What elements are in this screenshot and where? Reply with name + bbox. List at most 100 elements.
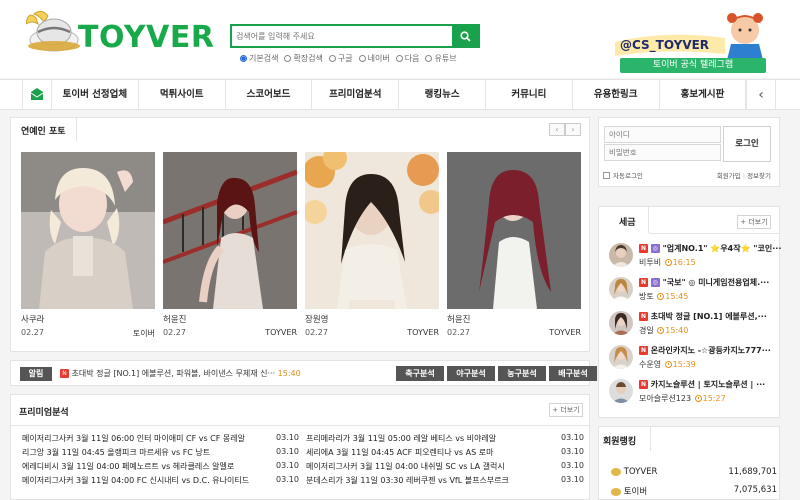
nav-items: 토이버 선정업체 먹튀사이트 스코어보드 프리미엄분석 랭킹뉴스 커뮤니티 유용… <box>52 80 747 109</box>
photo-name[interactable]: 장원영 <box>305 313 328 325</box>
logo-text: TOYVER <box>78 20 215 55</box>
clock-icon <box>657 293 665 300</box>
volleyball-analysis-button[interactable]: 배구분석 <box>549 366 597 381</box>
search-option-extended[interactable]: 확장검색 <box>284 53 323 64</box>
auto-login-checkbox[interactable]: 자동로그인 <box>603 170 643 180</box>
tax-panel: 세금 + 더보기 N ◎ "업계NO.1" ⭐우4작⭐ "코인··· 비투비 1… <box>598 206 782 418</box>
tax-meta: 수운영 15:39 <box>639 360 696 369</box>
list-item[interactable]: 메이저리그사커 3월 11일 04:00 FC 신시내티 vs D.C. 유나이… <box>22 475 249 486</box>
search-option-default[interactable]: 기본검색 <box>240 53 278 64</box>
hot-badge-icon: N <box>639 346 648 355</box>
photo-name[interactable]: 사쿠라 <box>21 313 44 325</box>
nav-item-premium-analysis[interactable]: 프리미엄분석 <box>312 80 400 109</box>
radio-icon <box>425 55 433 62</box>
list-item[interactable]: 에레디비시 3월 11일 04:00 페예노르트 vs 헤라클레스 알멜로 <box>22 461 234 472</box>
photo-name[interactable]: 허윤진 <box>447 313 470 325</box>
list-item[interactable]: N ◎ "국보" ◎ 미니게임전용업체.··· 방토 15:45 <box>609 277 779 307</box>
logo-helmet-icon <box>26 10 80 52</box>
rank-points: 7,075,631 <box>733 485 777 495</box>
panel-title: 세금 <box>619 218 636 228</box>
rank-name: 토이버 <box>623 487 648 497</box>
list-item-date: 03.10 <box>276 475 299 484</box>
tax-title: N ◎ "업계NO.1" ⭐우4작⭐ "코인··· <box>639 244 782 253</box>
celebrity-photo[interactable] <box>21 152 155 309</box>
alert-label: 알림 <box>20 367 52 381</box>
login-links: 회원가입 | 정보찾기 <box>717 170 771 180</box>
radio-icon <box>395 55 403 62</box>
more-button[interactable]: + 더보기 <box>737 215 771 229</box>
pager-next-button[interactable]: › <box>565 123 581 136</box>
tab-tax[interactable]: 세금 <box>599 207 649 233</box>
pager-prev-button[interactable]: ‹ <box>549 123 565 136</box>
tab-member-ranking[interactable]: 회원랭킹 <box>599 427 651 451</box>
hot-badge-icon: N <box>639 312 648 321</box>
nav-item-promo-board[interactable]: 홍보게시판 <box>660 80 747 109</box>
chevron-left-icon: ‹ <box>758 86 764 103</box>
ranking-row[interactable]: 토이버 7,075,631 <box>611 485 777 497</box>
list-item[interactable]: N 온라인카지노 -☆광등카지노777··· 수운영 15:39 <box>609 345 779 375</box>
photo-source: TOYVER <box>265 328 297 337</box>
main-nav: 토이버 선정업체 먹튀사이트 스코어보드 프리미엄분석 랭킹뉴스 커뮤니티 유용… <box>0 79 800 110</box>
clock-icon <box>657 327 665 334</box>
search-option-daum[interactable]: 다음 <box>395 53 419 64</box>
nav-item-community[interactable]: 커뮤니티 <box>486 80 573 109</box>
list-item[interactable]: N 초대박 정글 [NO.1] 에볼루션,··· 경일 15:40 <box>609 311 779 341</box>
site-logo[interactable]: TOYVER <box>26 10 216 60</box>
login-button[interactable]: 로그인 <box>723 126 771 162</box>
radio-icon <box>240 55 247 62</box>
search-option-google[interactable]: 구글 <box>328 53 353 64</box>
username-field[interactable]: 아이디 <box>604 126 721 143</box>
photo-name[interactable]: 허윤진 <box>163 313 186 325</box>
list-item[interactable]: 세리에A 3월 11일 04:45 ACF 피오렌티나 vs AS 로마 <box>306 447 493 458</box>
list-item-date: 03.10 <box>561 433 584 442</box>
home-mail-icon <box>30 88 44 100</box>
list-item[interactable]: 프리메라리가 3월 11일 05:00 레알 베티스 vs 비야레알 <box>306 433 496 444</box>
list-item[interactable]: 메이저리그사커 3월 11일 06:00 인터 마이애미 CF vs CF 몽레… <box>22 433 245 444</box>
list-item[interactable]: 분데스리가 3월 11일 03:30 레버쿠젠 vs VfL 볼프스부르크 <box>306 475 509 486</box>
nav-item-ranking-news[interactable]: 랭킹뉴스 <box>399 80 486 109</box>
nav-home-button[interactable] <box>22 80 52 109</box>
tab-celebrity-photo[interactable]: 연예인 포토 <box>11 118 77 142</box>
list-item-date: 03.10 <box>561 447 584 456</box>
avatar <box>609 277 633 301</box>
nav-item-scoreboard[interactable]: 스코어보드 <box>226 80 313 109</box>
search-option-youtube[interactable]: 유튜브 <box>425 53 457 64</box>
rank-medal-icon <box>611 467 621 476</box>
basketball-analysis-button[interactable]: 농구분석 <box>498 366 546 381</box>
celebrity-photo[interactable] <box>305 152 439 309</box>
list-item[interactable]: 메이저리그사커 3월 11일 04:00 내쉬빌 SC vs LA 갤럭시 <box>306 461 505 472</box>
celebrity-photo[interactable] <box>163 152 297 309</box>
nav-item-selected-sites[interactable]: 토이버 선정업체 <box>52 80 139 109</box>
login-panel: 아이디 비밀번호 로그인 자동로그인 회원가입 | 정보찾기 <box>598 117 780 187</box>
list-item[interactable]: 리그앙 3월 11일 04:45 올랭피크 마르세유 vs FC 낭트 <box>22 447 210 458</box>
baseball-analysis-button[interactable]: 야구분석 <box>447 366 495 381</box>
rank-medal-icon <box>611 487 621 496</box>
nav-item-useful-links[interactable]: 유용한링크 <box>573 80 660 109</box>
tax-title: N ◎ "국보" ◎ 미니게임전용업체.··· <box>639 278 770 287</box>
nav-prev-button[interactable]: ‹ <box>746 80 776 109</box>
soccer-analysis-button[interactable]: 축구분석 <box>396 366 444 381</box>
verified-badge-icon: ◎ <box>650 278 660 287</box>
search-button[interactable] <box>452 26 478 46</box>
nav-item-scam-sites[interactable]: 먹튀사이트 <box>139 80 226 109</box>
alert-link[interactable]: N 초대박 정글 [NO.1] 에볼루션, 파워볼, 바이낸스 무제재 신···… <box>60 368 301 379</box>
avatar <box>609 345 633 369</box>
search-option-naver[interactable]: 네이버 <box>358 53 390 64</box>
search-options: 기본검색 확장검색 구글 네이버 다음 유튜브 <box>240 53 457 64</box>
clock-icon <box>664 361 672 368</box>
list-item[interactable]: N 카지노슬루션 | 토지노슬루션 | ··· 모아슬루션123 15:27 <box>609 379 779 409</box>
find-info-link[interactable]: 정보찾기 <box>747 172 771 180</box>
telegram-button[interactable]: 토이버 공식 텔레그램 <box>620 58 766 73</box>
search-input[interactable] <box>232 26 454 46</box>
more-button[interactable]: + 더보기 <box>549 403 583 417</box>
avatar <box>609 311 633 335</box>
ranking-row[interactable]: TOYVER 11,689,701 <box>611 467 777 477</box>
join-link[interactable]: 회원가입 <box>717 172 741 180</box>
radio-icon <box>284 55 292 62</box>
list-item[interactable]: N ◎ "업계NO.1" ⭐우4작⭐ "코인··· 비투비 16:15 <box>609 243 782 273</box>
hot-badge-icon: N <box>60 369 69 378</box>
rank-points: 11,689,701 <box>728 467 777 477</box>
celebrity-photo[interactable] <box>447 152 581 309</box>
password-field[interactable]: 비밀번호 <box>604 144 721 161</box>
avatar <box>609 379 633 403</box>
